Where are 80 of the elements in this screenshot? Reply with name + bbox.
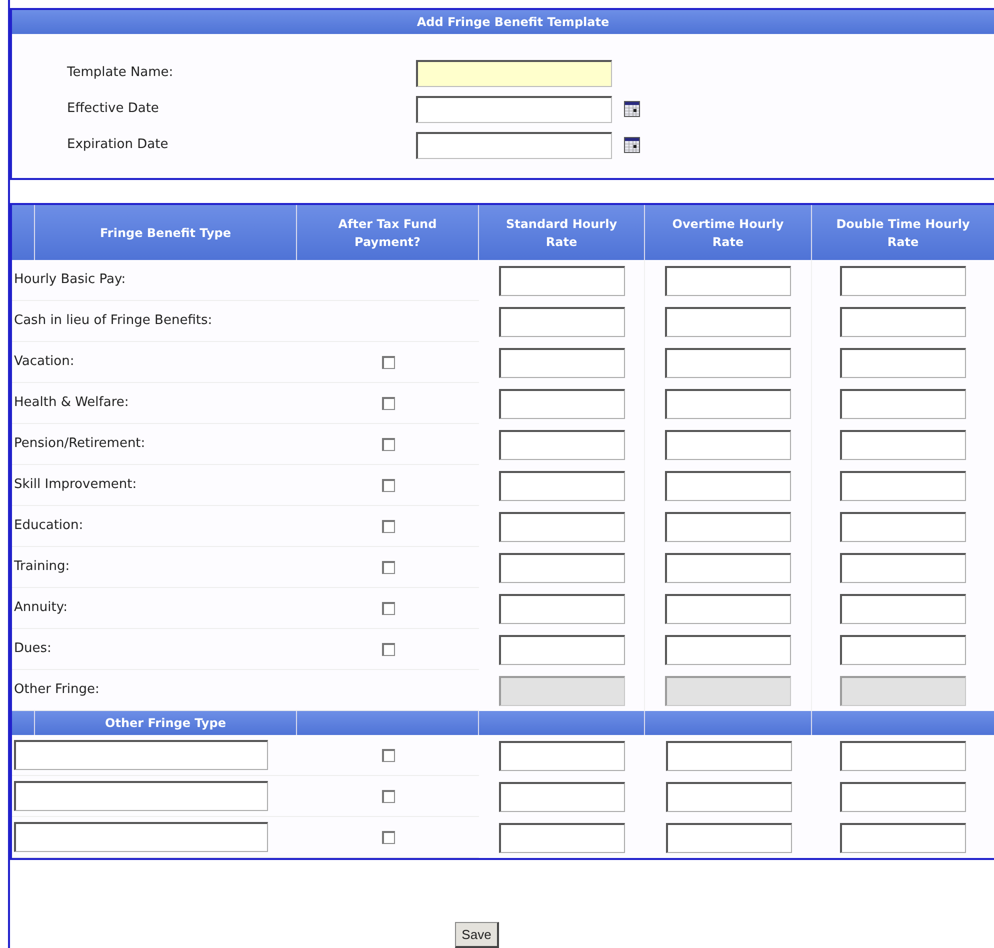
rate-field[interactable] [840, 634, 966, 664]
rate-field[interactable] [499, 822, 625, 852]
column-header: Fringe Benefit Type [100, 224, 231, 242]
checkbox[interactable] [382, 520, 394, 532]
rate-field[interactable] [665, 470, 791, 500]
rate-field[interactable] [840, 740, 966, 770]
rate-field[interactable] [499, 740, 625, 770]
rate-field[interactable] [840, 306, 966, 336]
rate-field[interactable] [498, 470, 624, 500]
panel-title: Add Fringe Benefit Template [416, 14, 610, 31]
checkbox[interactable] [382, 560, 394, 574]
benefit-label: Skill Improvement: [14, 476, 137, 494]
rate-field[interactable] [840, 266, 966, 296]
rate-field[interactable] [666, 782, 792, 812]
benefit-label: Vacation: [14, 353, 74, 372]
rate-field[interactable] [498, 594, 624, 624]
rate-field[interactable] [665, 348, 791, 378]
benefit-label: Training: [14, 558, 70, 576]
checkbox[interactable] [382, 602, 394, 614]
rate-field[interactable] [840, 594, 966, 624]
rate-field[interactable] [665, 552, 791, 582]
checkbox[interactable] [382, 356, 394, 368]
benefit-label: Other Fringe: [14, 681, 100, 700]
input-field[interactable] [416, 60, 612, 86]
rate-field[interactable] [665, 306, 791, 336]
checkbox[interactable] [382, 642, 394, 656]
column-header: Other Fringe Type [105, 715, 226, 732]
checkbox[interactable] [382, 790, 394, 802]
rate-field[interactable] [498, 552, 624, 582]
benefit-label: Cash in lieu of Fringe Benefits: [14, 312, 212, 330]
save-button[interactable]: Save [454, 922, 500, 948]
column-header: Double Time Hourly Rate [835, 216, 971, 250]
rate-field[interactable] [498, 512, 624, 542]
rate-field[interactable] [665, 594, 791, 624]
column-header: Overtime Hourly Rate [671, 216, 785, 250]
rate-field[interactable] [665, 266, 791, 296]
rate-field[interactable] [498, 348, 624, 378]
rate-field[interactable] [14, 781, 268, 811]
rate-field[interactable] [840, 470, 966, 500]
calendar-icon[interactable] [624, 101, 640, 117]
rate-field[interactable] [840, 388, 966, 418]
benefit-label: Education: [14, 517, 84, 536]
benefit-label: Dues: [14, 640, 52, 658]
rate-field[interactable] [666, 822, 792, 852]
rate-field[interactable] [498, 634, 624, 664]
rate-field[interactable] [666, 740, 792, 770]
benefit-label: Health & Welfare: [14, 394, 129, 412]
checkbox[interactable] [382, 830, 394, 844]
checkbox[interactable] [382, 396, 394, 410]
field-label: Template Name: [66, 64, 174, 82]
rate-field[interactable] [840, 822, 966, 852]
benefit-label: Annuity: [14, 599, 68, 618]
rate-field[interactable] [840, 430, 966, 460]
benefit-label: Hourly Basic Pay: [14, 271, 126, 290]
checkbox[interactable] [382, 438, 394, 450]
rate-field[interactable] [665, 430, 791, 460]
rate-field[interactable] [665, 512, 791, 542]
rate-field[interactable] [665, 388, 791, 418]
rate-field[interactable] [840, 512, 966, 542]
calendar-icon[interactable] [624, 137, 640, 153]
rate-field[interactable] [665, 634, 791, 664]
column-header: Standard Hourly Rate [504, 216, 618, 250]
rate-field[interactable] [840, 348, 966, 378]
rate-field[interactable] [498, 306, 624, 336]
rate-field[interactable] [498, 430, 624, 460]
checkbox[interactable] [382, 478, 394, 492]
field-label: Expiration Date [66, 136, 170, 154]
rate-field[interactable] [498, 266, 624, 296]
rate-field[interactable] [14, 822, 268, 852]
rate-field[interactable] [498, 388, 624, 418]
rate-field[interactable] [14, 740, 268, 770]
rate-field[interactable] [840, 552, 966, 582]
rate-field[interactable] [840, 782, 966, 812]
input-field[interactable] [416, 132, 612, 158]
field-label: Effective Date [66, 100, 160, 118]
rate-field[interactable] [499, 782, 625, 812]
input-field[interactable] [416, 96, 612, 122]
benefit-label: Pension/Retirement: [14, 435, 146, 454]
checkbox[interactable] [382, 748, 394, 762]
column-header: After Tax Fund Payment? [337, 216, 438, 250]
